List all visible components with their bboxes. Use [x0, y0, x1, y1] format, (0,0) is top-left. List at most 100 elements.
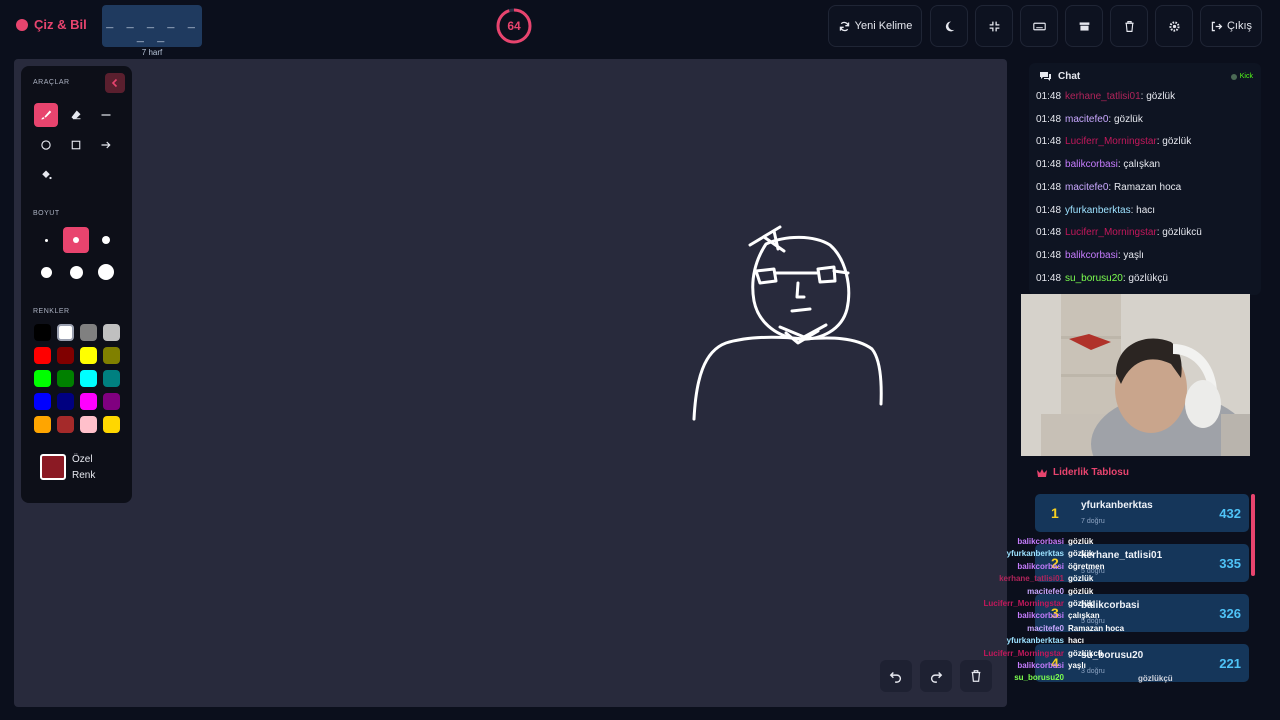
- chat-username[interactable]: macitefe0: [1065, 182, 1108, 193]
- leaderboard-scrollbar[interactable]: [1251, 494, 1255, 576]
- color-swatch[interactable]: [34, 324, 51, 341]
- crown-icon: [1037, 468, 1047, 477]
- app-logo: Çiz & Bil: [16, 17, 87, 32]
- color-swatch[interactable]: [34, 370, 51, 387]
- chat-text: : yaşlı: [1117, 249, 1144, 261]
- color-swatch[interactable]: [34, 416, 51, 433]
- leaderboard-title-text: Liderlik Tablosu: [1053, 467, 1129, 478]
- overlay-username: balikcorbasi: [1017, 661, 1064, 670]
- overlay-username: balikcorbasi: [1017, 611, 1064, 621]
- size-option[interactable]: [63, 227, 89, 253]
- clear-button[interactable]: [1110, 5, 1148, 47]
- leaderboard-title: Liderlik Tablosu: [1036, 467, 1129, 478]
- custom-color-label: Özel Renk: [72, 454, 96, 481]
- chat-message: 01:48 macitefe0: Ramazan hoca: [1036, 182, 1181, 193]
- chat-username[interactable]: macitefe0: [1065, 114, 1108, 125]
- keyboard-button[interactable]: [1020, 5, 1058, 47]
- color-swatch[interactable]: [57, 347, 74, 364]
- eraser-tool[interactable]: [64, 103, 88, 127]
- overlay-message: öğretmen: [1068, 561, 1105, 571]
- color-swatch[interactable]: [103, 370, 120, 387]
- size-dot: [98, 264, 114, 280]
- chat-username[interactable]: su_borusu20: [1065, 273, 1123, 284]
- color-swatch[interactable]: [80, 347, 97, 364]
- theme-toggle-button[interactable]: [930, 5, 968, 47]
- round-timer: 64: [496, 8, 532, 44]
- chat-message: 01:48 balikcorbasi: çalışkan: [1036, 159, 1160, 170]
- comments-icon: [1040, 72, 1051, 81]
- color-swatch[interactable]: [34, 393, 51, 410]
- chat-username[interactable]: Luciferr_Morningstar: [1065, 136, 1157, 147]
- color-swatch[interactable]: [103, 416, 120, 433]
- fill-tool[interactable]: [34, 163, 58, 187]
- overlay-username: macitefe0: [1027, 586, 1064, 596]
- fill-bucket-icon: [42, 170, 52, 180]
- redo-button[interactable]: [920, 660, 952, 692]
- custom-color-picker[interactable]: [40, 454, 66, 480]
- leaderboard-score: 221: [1219, 656, 1241, 671]
- brush-icon: [41, 110, 52, 120]
- collapse-panel-button[interactable]: [105, 73, 125, 93]
- new-word-label: Yeni Kelime: [854, 20, 913, 32]
- color-swatch[interactable]: [103, 324, 120, 341]
- color-swatch[interactable]: [57, 324, 74, 341]
- chat-text: : Ramazan hoca: [1108, 181, 1182, 193]
- size-option[interactable]: [93, 259, 119, 285]
- size-option[interactable]: [33, 227, 59, 253]
- line-tool[interactable]: [94, 103, 118, 127]
- fullscreen-button[interactable]: [975, 5, 1013, 47]
- color-swatch[interactable]: [80, 416, 97, 433]
- color-swatch[interactable]: [80, 393, 97, 410]
- chat-username[interactable]: kerhane_tatlisi01: [1065, 91, 1141, 102]
- size-dot: [102, 236, 110, 244]
- circle-icon: [41, 140, 51, 150]
- color-swatch[interactable]: [103, 347, 120, 364]
- chat-header: Chat: [1039, 71, 1080, 82]
- chat-text: : gözlük: [1140, 91, 1176, 102]
- chat-message: 01:48 macitefe0: gözlük: [1036, 114, 1143, 125]
- overlay-message: gözlük: [1068, 586, 1094, 596]
- chat-username[interactable]: yfurkanberktas: [1065, 205, 1131, 216]
- color-swatch[interactable]: [57, 416, 74, 433]
- color-swatch[interactable]: [57, 370, 74, 387]
- settings-button[interactable]: [1155, 5, 1193, 47]
- overlay-username: balikcorbasi: [1017, 561, 1064, 571]
- trash-icon: [1124, 20, 1134, 32]
- word-mask: _ _ _ _ _ _ _: [106, 17, 198, 45]
- undo-button[interactable]: [880, 660, 912, 692]
- size-option[interactable]: [33, 259, 59, 285]
- circle-tool[interactable]: [34, 133, 58, 157]
- color-swatch[interactable]: [80, 324, 97, 341]
- overlay-message: gözlük: [1068, 537, 1094, 546]
- color-swatch[interactable]: [103, 393, 120, 410]
- size-option[interactable]: [63, 259, 89, 285]
- leaderboard-score: 326: [1219, 606, 1241, 621]
- color-swatch[interactable]: [57, 393, 74, 410]
- color-swatch[interactable]: [80, 370, 97, 387]
- overlay-message: Ramazan hoca: [1068, 623, 1125, 633]
- leaderboard-name: yfurkanberktas: [1081, 500, 1153, 511]
- chat-username[interactable]: balikcorbasi: [1065, 250, 1118, 261]
- chat-message: 01:48 su_borusu20: gözlükçü: [1036, 273, 1168, 284]
- new-word-button[interactable]: Yeni Kelime: [828, 5, 922, 47]
- rectangle-tool[interactable]: [64, 133, 88, 157]
- chat-message: 01:48 Luciferr_Morningstar: gözlükcü: [1036, 227, 1202, 238]
- size-option[interactable]: [93, 227, 119, 253]
- overlay-username: macitefe0: [1027, 623, 1064, 633]
- chat-username[interactable]: Luciferr_Morningstar: [1065, 227, 1157, 238]
- drawing-canvas[interactable]: [14, 59, 1007, 707]
- exit-button[interactable]: Çıkış: [1200, 5, 1262, 47]
- square-icon: [71, 140, 81, 150]
- arrow-tool[interactable]: [94, 133, 118, 157]
- chat-time: 01:48: [1036, 272, 1062, 284]
- archive-button[interactable]: [1065, 5, 1103, 47]
- overlay-message: gözlük: [1068, 599, 1094, 608]
- color-swatch[interactable]: [34, 347, 51, 364]
- chat-username[interactable]: balikcorbasi: [1065, 159, 1118, 170]
- brush-tool[interactable]: [34, 103, 58, 127]
- leaderboard-score: 335: [1219, 556, 1241, 571]
- arrow-right-icon: [101, 141, 111, 149]
- chat-time: 01:48: [1036, 227, 1062, 239]
- kick-status: Kick: [1230, 73, 1253, 80]
- gear-icon: [1168, 20, 1180, 32]
